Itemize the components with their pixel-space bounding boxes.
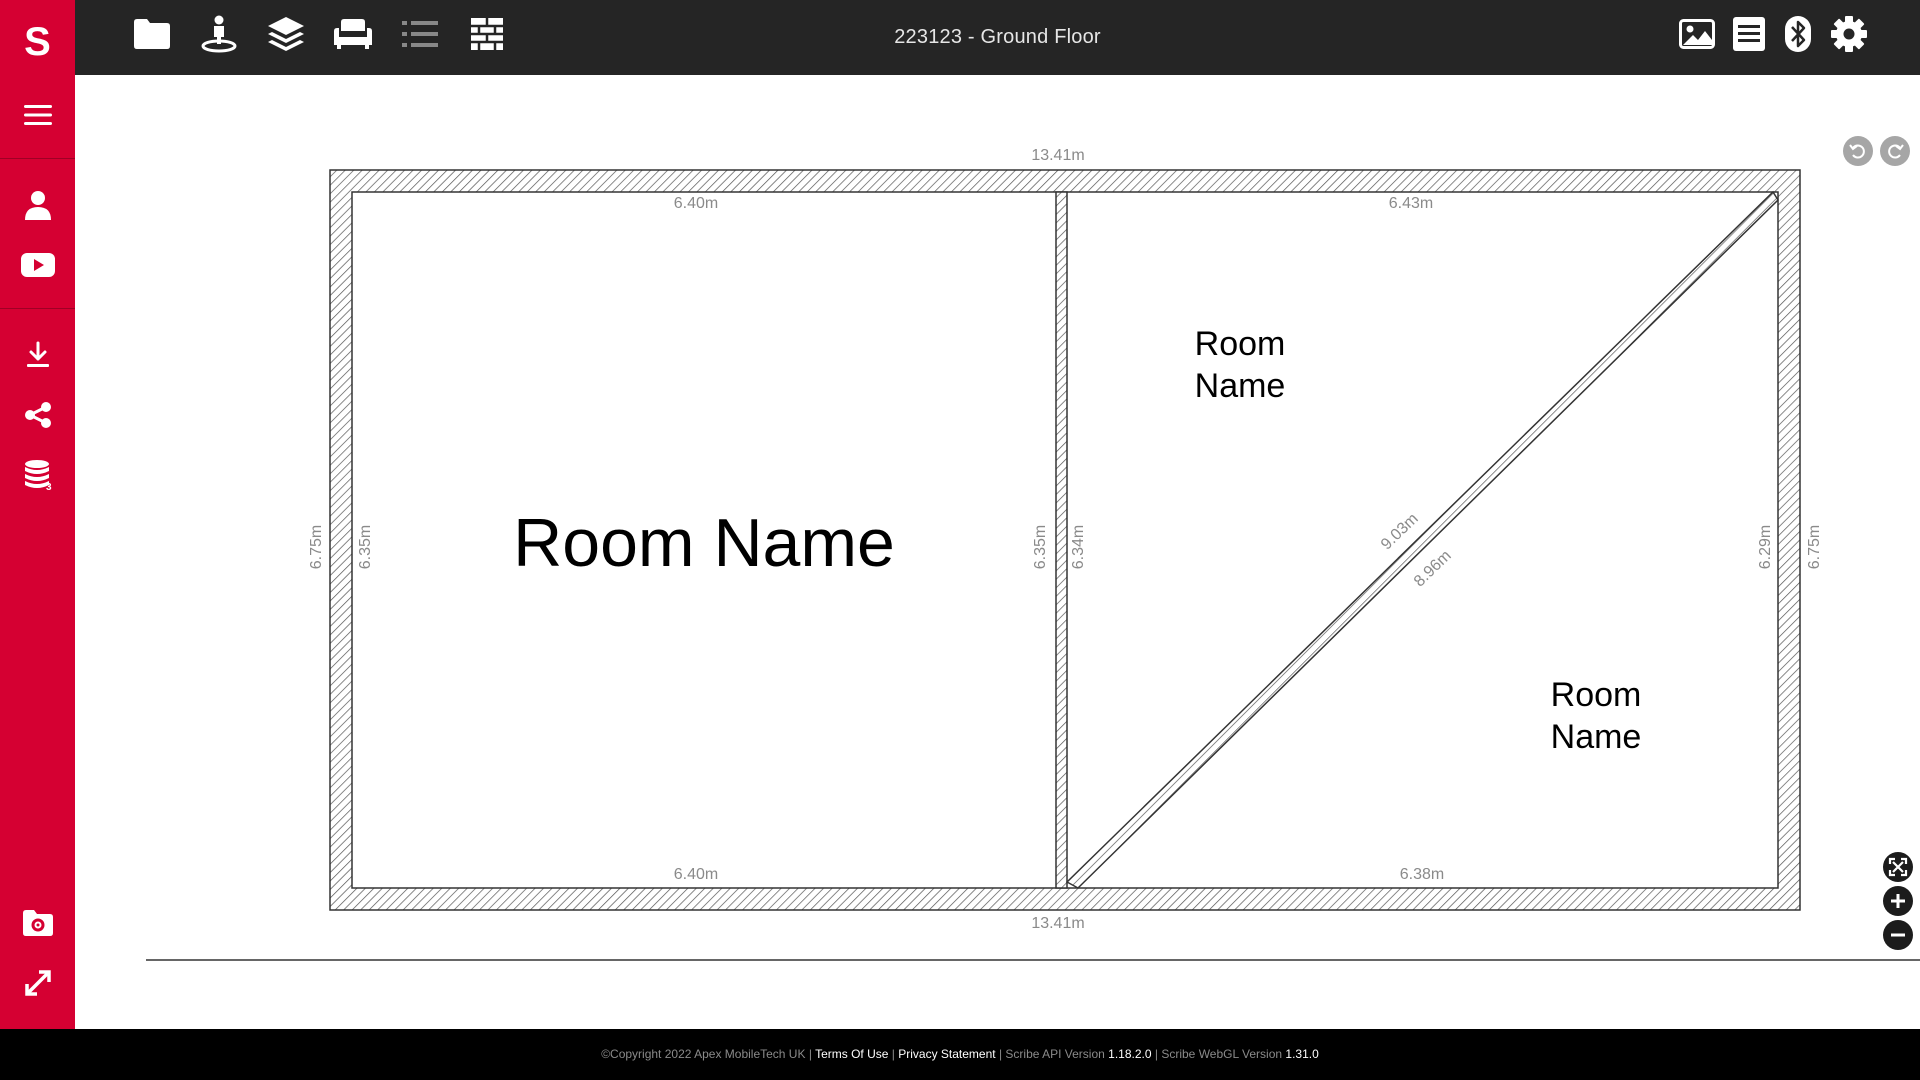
- dim-room2-top: 6.43m: [1389, 195, 1433, 212]
- image-icon: [1679, 19, 1715, 49]
- bluetooth-icon: [1785, 16, 1811, 52]
- floorplan-drawing: 13.41m 13.41m 6.75m 6.75m 6.40m 6.40m 6.…: [146, 147, 1920, 961]
- dim-room2-left: 6.34m: [1070, 525, 1087, 569]
- project-settings-button[interactable]: [0, 893, 75, 953]
- download-icon: [26, 341, 49, 367]
- page-title: 223123 - Ground Floor: [894, 26, 1101, 48]
- redo-button[interactable]: [1880, 136, 1910, 166]
- expand-icon: [24, 970, 51, 996]
- redo-icon: [1888, 144, 1904, 159]
- settings-button[interactable]: [1827, 12, 1871, 56]
- api-version-label: Scribe API Version: [1005, 1047, 1105, 1061]
- top-bar: 223123 - Ground Floor: [75, 0, 1920, 75]
- credits-badge: 3: [46, 482, 52, 493]
- credits-button[interactable]: 3: [0, 444, 75, 504]
- image-button[interactable]: [1675, 12, 1719, 56]
- fit-to-screen-button[interactable]: [1883, 852, 1913, 882]
- sidebar: S 3: [0, 0, 75, 1029]
- share-button[interactable]: [0, 385, 75, 445]
- dim-room1-right: 6.35m: [1032, 525, 1049, 569]
- room3-label-line2[interactable]: Name: [1551, 718, 1642, 756]
- room1-label[interactable]: Room Name: [513, 505, 895, 581]
- logo-text: S: [24, 20, 51, 64]
- menu-icon: [23, 105, 52, 125]
- dim-room3-bottom: 6.38m: [1400, 866, 1444, 883]
- document-icon: [1733, 17, 1765, 51]
- dim-outer-top: 13.41m: [1031, 147, 1084, 164]
- footer-separator: |: [891, 1047, 895, 1061]
- footer-separator: |: [1154, 1047, 1158, 1061]
- sidebar-divider: [0, 158, 75, 159]
- terms-link[interactable]: Terms Of Use: [815, 1047, 888, 1061]
- webgl-version-label: Scribe WebGL Version: [1161, 1047, 1283, 1061]
- gear-icon: [1831, 16, 1867, 52]
- footer: ©Copyright 2022 Apex MobileTech UK | Ter…: [0, 1029, 1920, 1080]
- privacy-link[interactable]: Privacy Statement: [898, 1047, 995, 1061]
- undo-icon: [1849, 144, 1865, 159]
- dim-room1-bottom: 6.40m: [674, 866, 718, 883]
- diagonal-wall[interactable]: [1065, 190, 1779, 889]
- dim-outer-bottom: 13.41m: [1031, 915, 1084, 932]
- dim-room3-right: 6.29m: [1757, 525, 1774, 569]
- dim-room1-top: 6.40m: [674, 195, 718, 212]
- partition-wall[interactable]: [1055, 191, 1068, 889]
- plus-icon: [1891, 894, 1905, 908]
- report-button[interactable]: [1727, 12, 1771, 56]
- bluetooth-button[interactable]: [1776, 12, 1820, 56]
- sidebar-divider: [0, 308, 75, 309]
- app-logo[interactable]: S: [0, 12, 75, 72]
- copyright-text: ©Copyright 2022 Apex MobileTech UK: [601, 1047, 806, 1061]
- floorplan-canvas[interactable]: 13.41m 13.41m 6.75m 6.75m 6.40m 6.40m 6.…: [75, 75, 1920, 1029]
- youtube-icon: [20, 253, 55, 277]
- minus-icon: [1891, 933, 1905, 937]
- download-button[interactable]: [0, 325, 75, 385]
- undo-button[interactable]: [1843, 136, 1873, 166]
- fullscreen-button[interactable]: [0, 953, 75, 1013]
- dim-outer-right: 6.75m: [1806, 525, 1823, 569]
- room2-label-line1[interactable]: Room: [1195, 325, 1286, 363]
- share-icon: [24, 402, 51, 428]
- dim-outer-left: 6.75m: [308, 525, 325, 569]
- folder-settings-icon: [22, 910, 53, 936]
- api-version: 1.18.2.0: [1108, 1047, 1152, 1061]
- webgl-version: 1.31.0: [1285, 1047, 1319, 1061]
- room2-label-line2[interactable]: Name: [1195, 367, 1286, 405]
- zoom-out-button[interactable]: [1883, 920, 1913, 950]
- menu-button[interactable]: [0, 85, 75, 145]
- fit-screen-icon: [1888, 857, 1908, 877]
- dim-room1-left: 6.35m: [357, 525, 374, 569]
- footer-separator: |: [998, 1047, 1003, 1061]
- user-icon: [24, 191, 51, 220]
- zoom-in-button[interactable]: [1883, 886, 1913, 916]
- room3-label-line1[interactable]: Room: [1551, 676, 1642, 714]
- videos-button[interactable]: [0, 235, 75, 295]
- footer-separator: |: [808, 1047, 812, 1061]
- user-button[interactable]: [0, 175, 75, 235]
